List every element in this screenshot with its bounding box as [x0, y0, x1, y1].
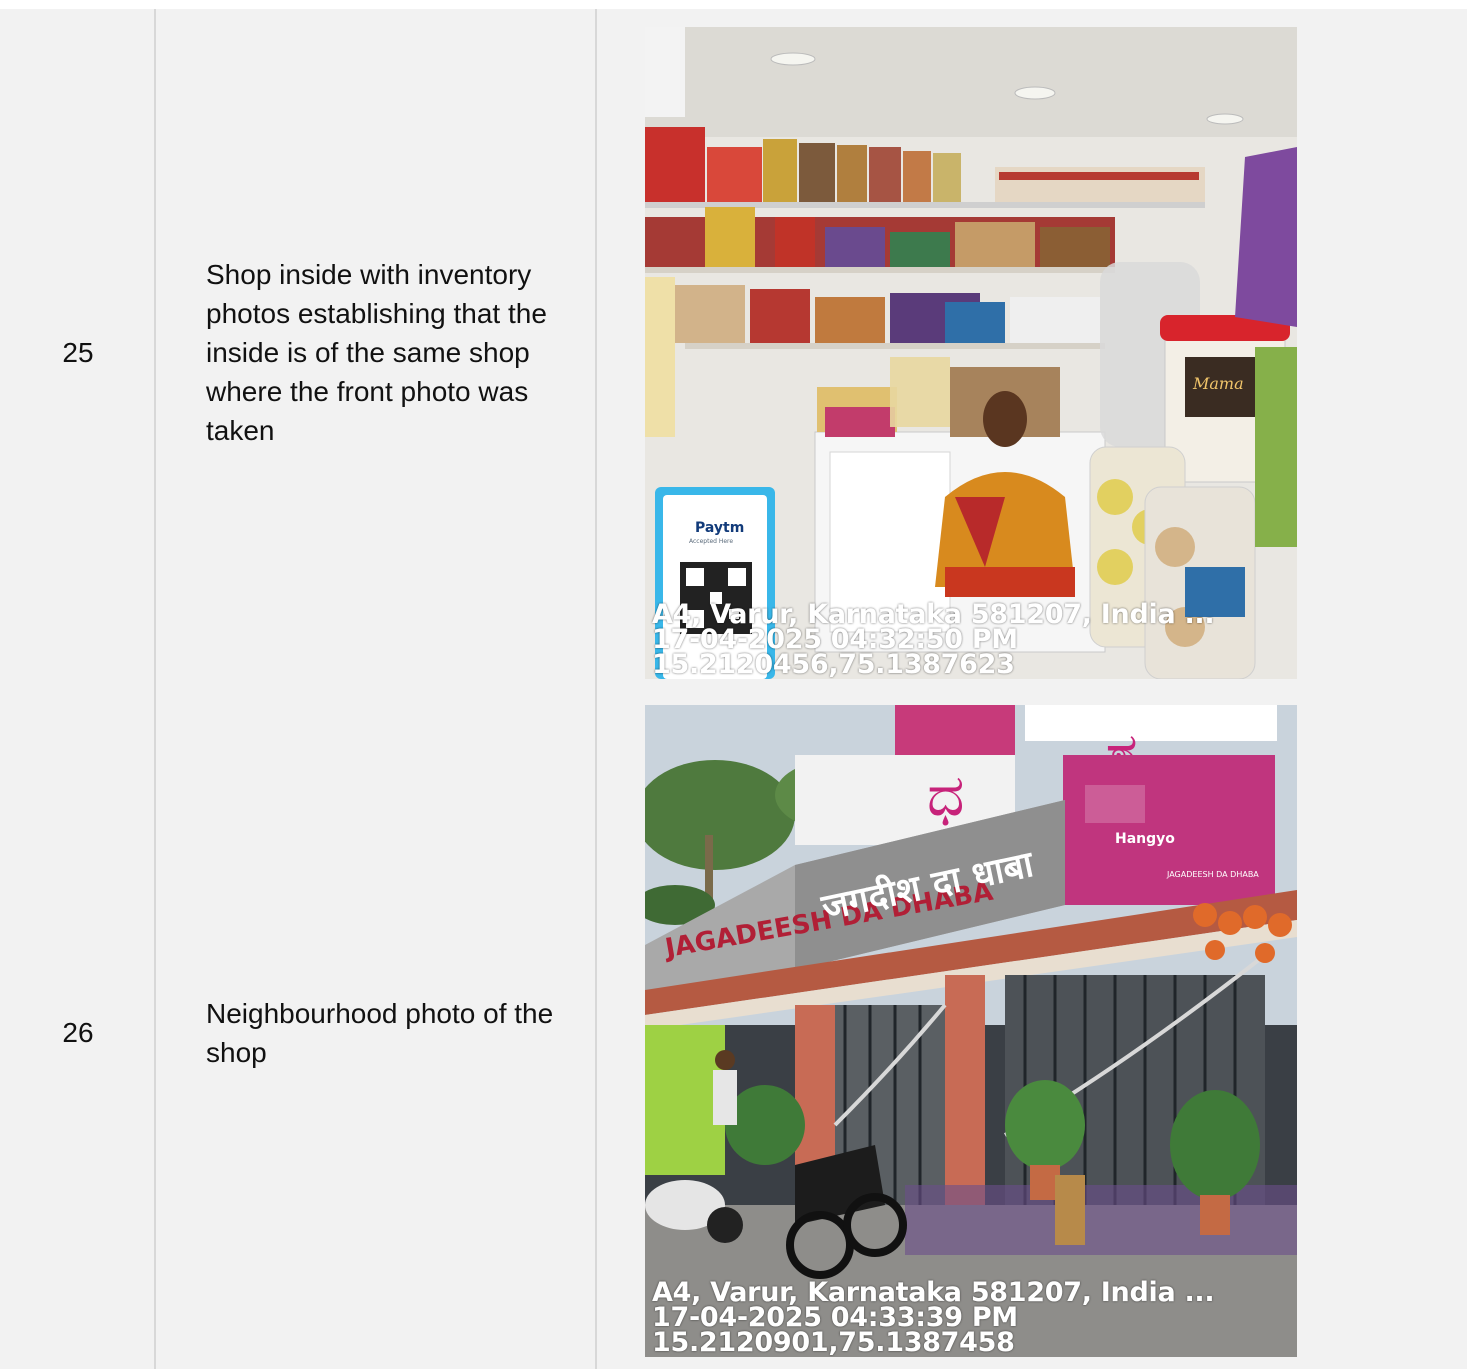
banner-brand: Hangyo	[1115, 831, 1175, 847]
number-cell: 25	[0, 9, 156, 689]
number-cell: 26	[0, 689, 156, 1369]
svg-text:ಧ: ಧ	[927, 761, 964, 829]
row-number: 25	[62, 337, 94, 368]
photo-cell: Mama Paytm Accepted Here A4, Varur, Karn…	[597, 9, 1467, 689]
photo-geotag-overlay: A4, Varur, Karnataka 581207, India ... 1…	[652, 1279, 1215, 1357]
shop-exterior-photo: ಧ ಶ Hangyo JAGADEESH DA DHABA JAGADEESH …	[645, 705, 1297, 1357]
photo-geotag-overlay: A4, Varur, Karnataka 581207, India ... 1…	[652, 601, 1215, 679]
paytm-logo: Paytm	[695, 520, 744, 536]
shop-interior-photo: Mama Paytm Accepted Here A4, Varur, Karn…	[645, 27, 1297, 679]
photo-cell: ಧ ಶ Hangyo JAGADEESH DA DHABA JAGADEESH …	[597, 689, 1467, 1369]
table-row: 25 Shop inside with inventory photos est…	[0, 9, 1467, 689]
row-description: Neighbourhood photo of the shop	[206, 998, 554, 1068]
paytm-subtitle: Accepted Here	[689, 538, 733, 545]
geotag-coordinates: 15.2120901,75.1387458	[652, 1327, 1015, 1357]
description-cell: Neighbourhood photo of the shop	[156, 689, 597, 1369]
row-description: Shop inside with inventory photos establ…	[206, 259, 547, 446]
description-cell: Shop inside with inventory photos establ…	[156, 9, 597, 689]
banner-text: JAGADEESH DA DHABA	[1166, 870, 1259, 879]
table-row: 26 Neighbourhood photo of the shop ಧ Han…	[0, 689, 1467, 1369]
jar-label: Mama	[1192, 374, 1244, 393]
geotag-coordinates: 15.2120456,75.1387623	[652, 649, 1015, 679]
row-number: 26	[62, 1017, 94, 1048]
